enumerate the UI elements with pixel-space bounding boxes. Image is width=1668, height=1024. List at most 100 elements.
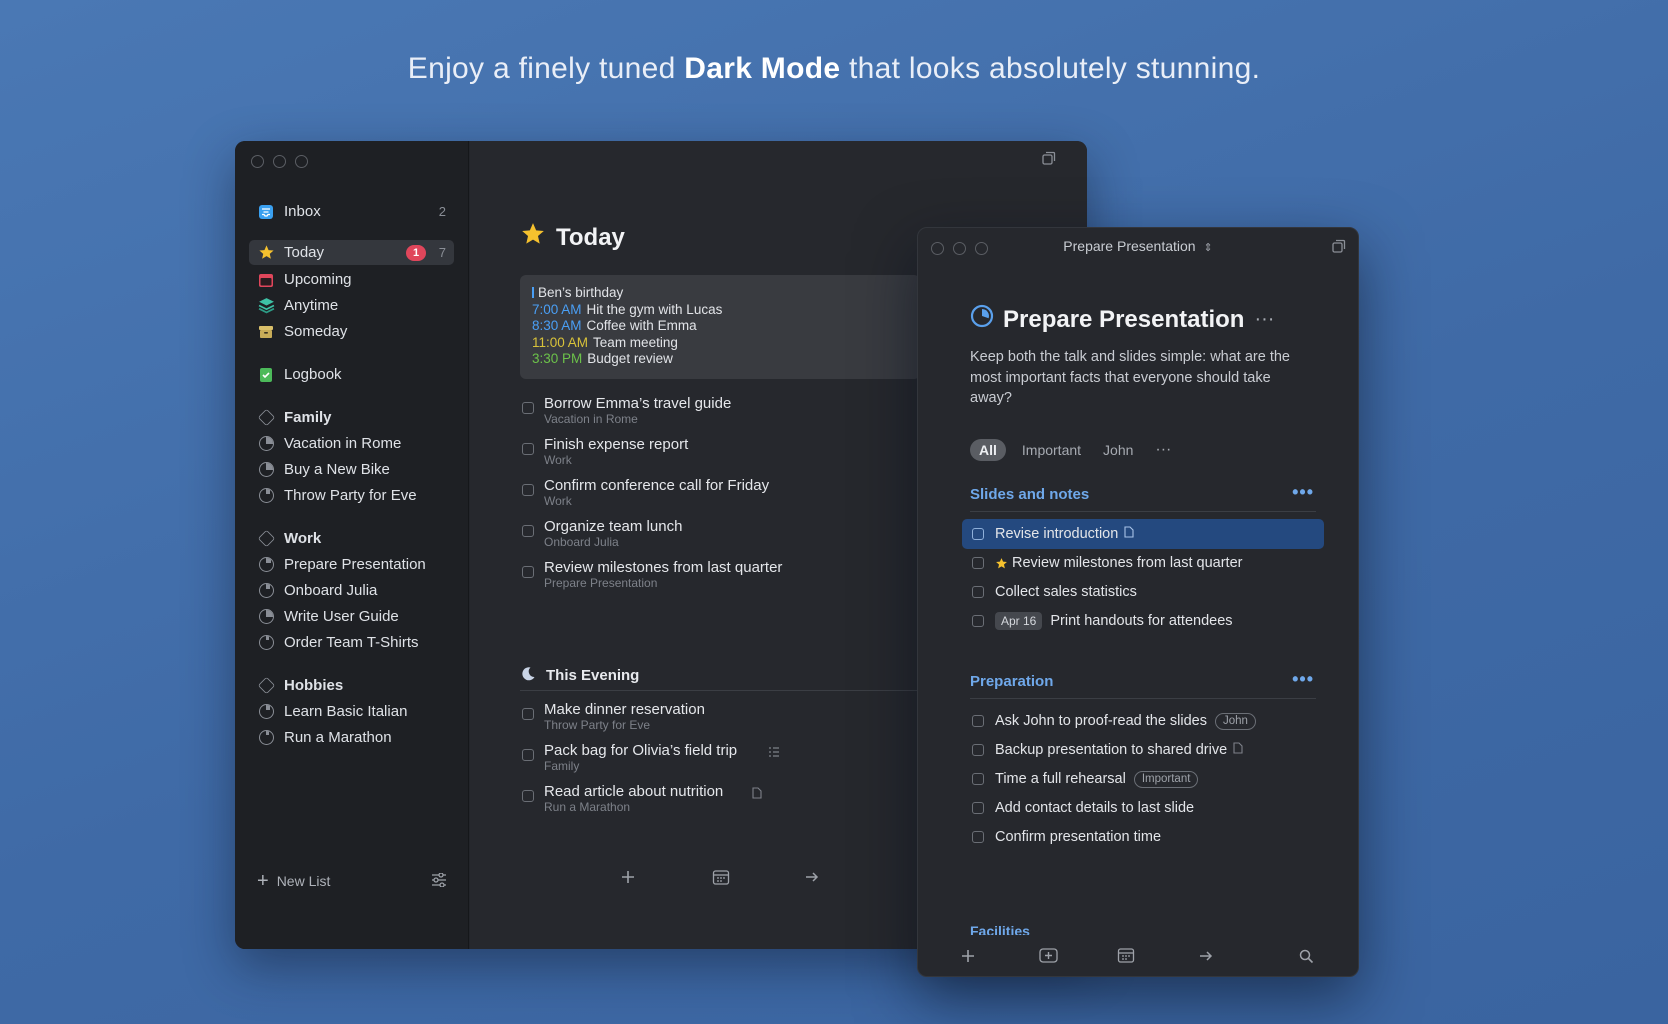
new-window-icon[interactable] [1332,239,1346,253]
event-text: Budget review [587,351,673,366]
today-count: 7 [438,245,446,260]
sidebar-project-learn-basic-italian[interactable]: Learn Basic Italian [249,699,454,724]
task-row[interactable]: Ask John to proof-read the slides John [962,706,1324,736]
area-label: Family [284,409,332,426]
close-button[interactable] [251,155,264,168]
tag-badge: John [1214,712,1256,730]
sidebar-project-order-team-t-shirts[interactable]: Order Team T-Shirts [249,630,454,655]
task-row[interactable]: Time a full rehearsal Important [962,764,1324,794]
page-title: Today [520,221,625,254]
heading-slides-and-notes[interactable]: Slides and notes ••• [970,482,1316,512]
minimize-button[interactable] [273,155,286,168]
task-row[interactable]: Apr 16 Print handouts for attendees [962,606,1324,636]
sidebar-project-run-a-marathon[interactable]: Run a Marathon [249,725,454,750]
event-row: 8:30 AM Coffee with Emma [532,318,908,335]
task-checkbox[interactable] [972,831,984,843]
task-checkbox[interactable] [522,402,534,414]
task-row[interactable]: Backup presentation to shared drive [962,735,1324,765]
project-notes[interactable]: Keep both the talk and slides simple: wh… [970,347,1305,409]
move-arrow-icon[interactable] [804,869,820,890]
task-row[interactable]: Add contact details to last slide [962,793,1324,823]
heading-preparation[interactable]: Preparation ••• [970,669,1316,699]
task-checkbox[interactable] [972,615,984,627]
zoom-button[interactable] [295,155,308,168]
task-title: Finish expense report [544,436,689,453]
sidebar-item-label: Someday [284,323,348,340]
project-progress-icon [257,729,275,747]
project-label: Vacation in Rome [284,435,402,452]
logbook-icon [257,366,275,384]
sidebar-item-anytime[interactable]: Anytime [249,293,454,318]
sidebar-item-label: Anytime [284,297,339,314]
task-checkbox[interactable] [522,790,534,802]
project-heading: Prepare Presentation ··· [970,304,1274,335]
sidebar-area-family[interactable]: Family [249,405,454,430]
sidebar-project-write-user-guide[interactable]: Write User Guide [249,604,454,629]
task-checkbox[interactable] [522,566,534,578]
sidebar-item-today[interactable]: Today 1 7 [249,240,454,265]
add-task-icon[interactable] [960,948,976,969]
window-controls [251,155,308,168]
sidebar-area-hobbies[interactable]: Hobbies [249,673,454,698]
project-progress-icon [257,435,275,453]
task-row[interactable]: Revise introduction [962,519,1324,549]
task-checkbox[interactable] [972,802,984,814]
filter-john[interactable]: John [1103,442,1133,458]
task-row[interactable]: Review milestones from last quarter [962,548,1324,578]
add-task-icon[interactable] [620,869,636,890]
project-label: Prepare Presentation [284,556,426,573]
filter-important[interactable]: Important [1022,442,1081,458]
new-window-icon[interactable] [1042,151,1056,165]
sidebar-project-throw-party-for-eve[interactable]: Throw Party for Eve [249,483,454,508]
sidebar-project-prepare-presentation[interactable]: Prepare Presentation [249,552,454,577]
sidebar-project-buy-a-new-bike[interactable]: Buy a New Bike [249,457,454,482]
window-title[interactable]: Prepare Presentation ⇕ [918,238,1358,254]
plus-icon[interactable]: + [257,871,269,891]
sidebar-area-work[interactable]: Work [249,526,454,551]
more-filters-icon[interactable]: ··· [1155,441,1171,459]
task-checkbox[interactable] [522,443,534,455]
moon-icon [520,666,536,686]
task-checkbox[interactable] [522,749,534,761]
new-list-button[interactable]: New List [277,873,331,889]
sidebar-item-inbox[interactable]: Inbox 2 [249,199,454,224]
move-arrow-icon[interactable] [1198,948,1214,969]
add-heading-icon[interactable] [1039,947,1058,969]
area-cube-icon [257,408,275,427]
task-project: Onboard Julia [544,535,619,549]
project-progress-icon [257,703,275,721]
search-icon[interactable] [1299,948,1314,969]
task-checkbox[interactable] [972,528,984,540]
calendar-icon[interactable] [1117,947,1135,968]
sliders-icon[interactable] [431,872,447,890]
project-title[interactable]: Prepare Presentation [1003,306,1244,334]
heading-facilities[interactable]: Facilities [970,923,1316,935]
task-checkbox[interactable] [522,708,534,720]
task-title: Confirm conference call for Friday [544,477,770,494]
task-checkbox[interactable] [522,525,534,537]
sidebar-project-vacation-in-rome[interactable]: Vacation in Rome [249,431,454,456]
event-row: 11:00 AM Team meeting [532,335,908,352]
task-checkbox[interactable] [972,557,984,569]
task-checkbox[interactable] [972,586,984,598]
heading-more-icon[interactable]: ••• [1292,669,1314,690]
task-project: Run a Marathon [544,800,631,814]
task-checkbox[interactable] [522,484,534,496]
more-options-icon[interactable]: ··· [1254,308,1274,331]
sidebar-item-logbook[interactable]: Logbook [249,362,454,387]
sidebar-project-onboard-julia[interactable]: Onboard Julia [249,578,454,603]
event-text: Coffee with Emma [586,318,697,333]
project-progress-icon [970,304,994,335]
task-checkbox[interactable] [972,773,984,785]
calendar-icon[interactable] [712,869,730,890]
sidebar-item-someday[interactable]: Someday [249,319,454,344]
event-row: 3:30 PM Budget review [532,351,908,368]
filter-all[interactable]: All [970,439,1006,461]
heading-more-icon[interactable]: ••• [1292,482,1314,503]
sidebar-item-upcoming[interactable]: Upcoming [249,267,454,292]
task-row[interactable]: Confirm presentation time [962,822,1324,852]
task-row[interactable]: Collect sales statistics [962,577,1324,607]
task-checkbox[interactable] [972,744,984,756]
task-project: Throw Party for Eve [544,718,651,732]
task-checkbox[interactable] [972,715,984,727]
